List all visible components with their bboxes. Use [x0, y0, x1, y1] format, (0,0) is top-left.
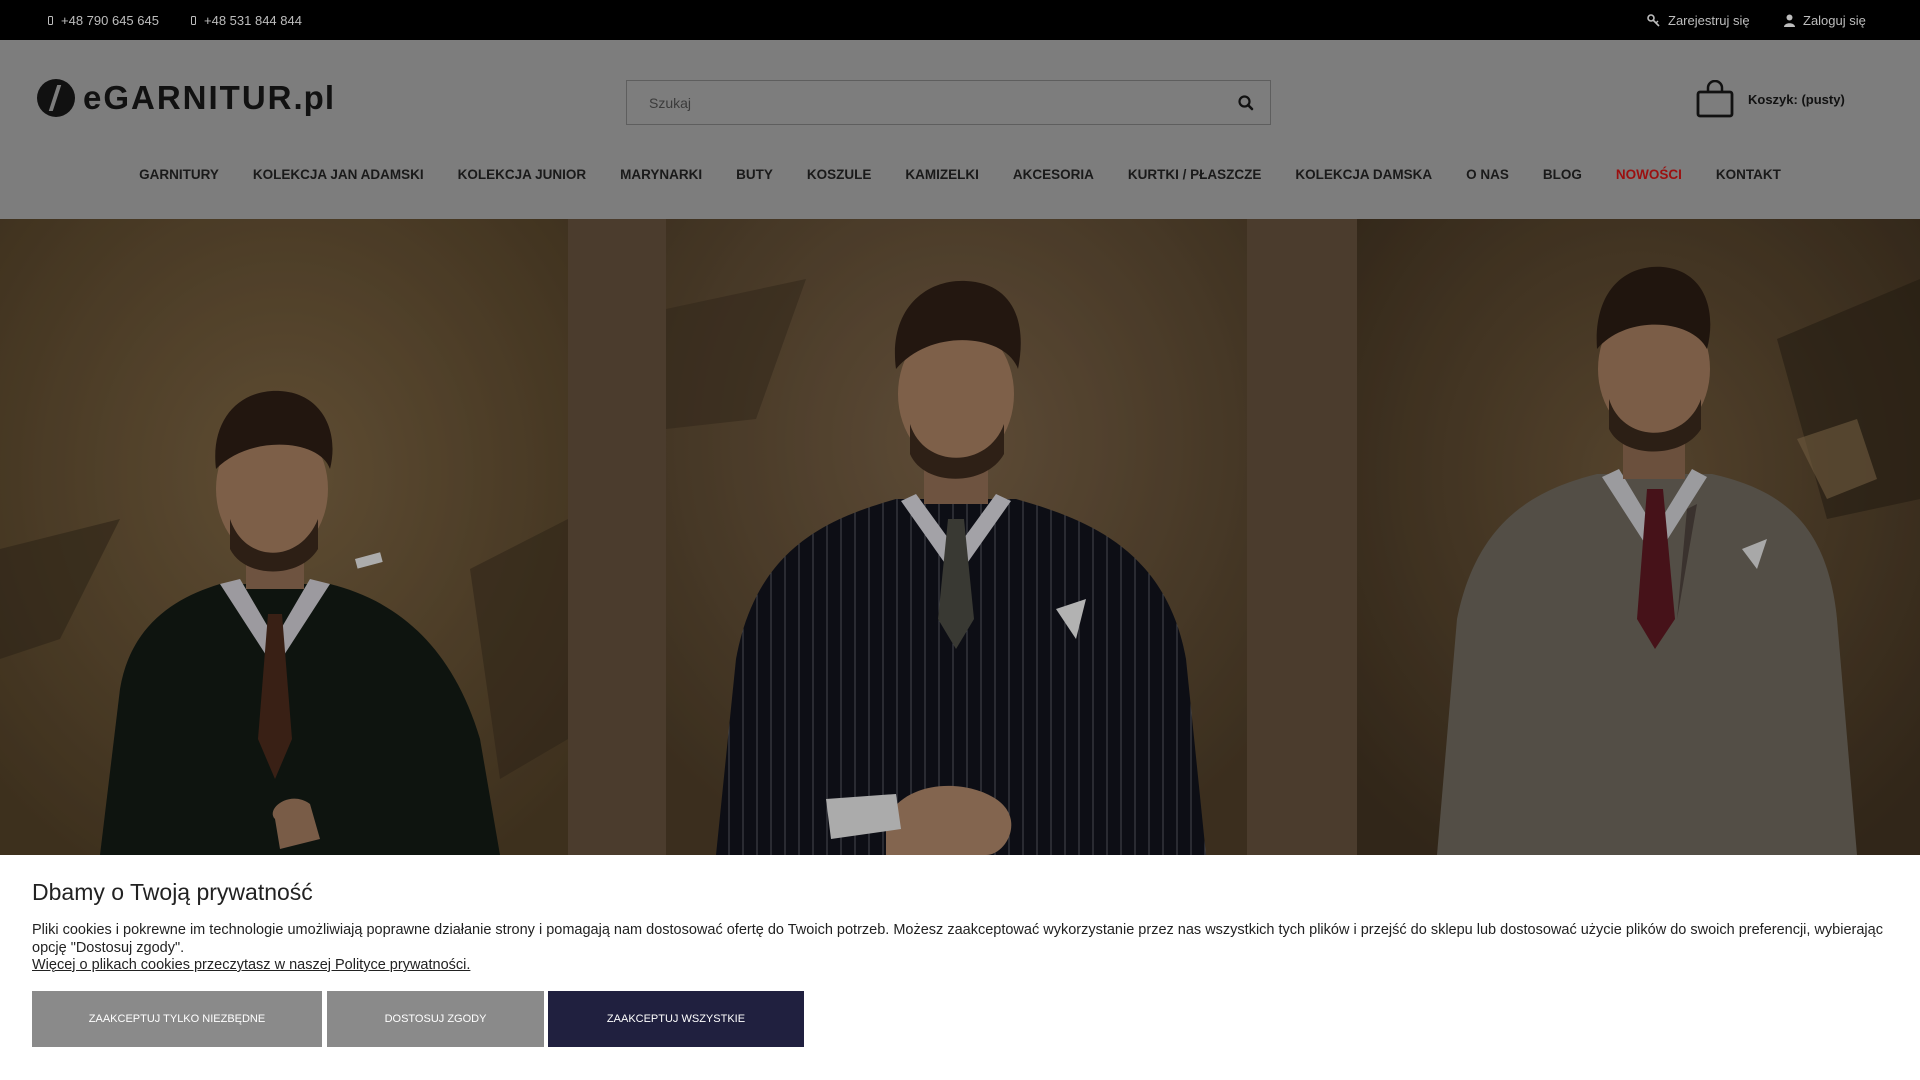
search-icon [1238, 95, 1254, 111]
nav-item-kolekcja-damska[interactable]: KOLEKCJA DAMSKA [1278, 167, 1449, 182]
nav-item-o-nas[interactable]: O NAS [1449, 167, 1526, 182]
key-icon [1647, 13, 1660, 27]
search-input[interactable] [627, 81, 1229, 124]
phone-number-1: +48 790 645 645 [61, 12, 159, 28]
register-link[interactable]: Zarejestruj się [1647, 0, 1750, 40]
main-nav: GARNITURY KOLEKCJA JAN ADAMSKI KOLEKCJA … [0, 125, 1920, 223]
nav-item-kolekcja-jan-adamski[interactable]: KOLEKCJA JAN ADAMSKI [236, 167, 441, 182]
nav-item-akcesoria[interactable]: AKCESORIA [996, 167, 1111, 182]
user-icon [1784, 14, 1795, 27]
cookie-title: Dbamy o Twoją prywatność [32, 879, 313, 905]
nav-item-kurtki-plaszcze[interactable]: KURTKI / PŁASZCZE [1111, 167, 1279, 182]
site-logo[interactable]: eGARNITUR.pl [37, 79, 335, 117]
accept-all-button[interactable]: ZAAKCEPTUJ WSZYSTKIE [548, 991, 804, 1047]
cookie-consent-banner: Dbamy o Twoją prywatność Pliki cookies i… [0, 855, 1920, 1080]
cookie-text: Pliki cookies i pokrewne im technologie … [32, 922, 1883, 956]
nav-item-kontakt[interactable]: KONTAKT [1699, 167, 1798, 182]
nav-item-kolekcja-junior[interactable]: KOLEKCJA JUNIOR [441, 167, 604, 182]
nav-item-koszule[interactable]: KOSZULE [790, 167, 889, 182]
phone-link-1[interactable]: +48 790 645 645 [48, 0, 159, 40]
search-box [626, 80, 1271, 125]
phone-number-2: +48 531 844 844 [204, 12, 302, 28]
phone-icon [48, 15, 53, 25]
nav-item-buty[interactable]: BUTY [719, 167, 790, 182]
phone-icon [191, 15, 196, 25]
nav-item-marynarki[interactable]: MARYNARKI [603, 167, 719, 182]
shopping-bag-icon [1696, 80, 1734, 118]
top-bar: +48 790 645 645 +48 531 844 844 Zarejest… [0, 0, 1920, 40]
hero-overlay [0, 219, 1920, 855]
search-button[interactable] [1232, 89, 1260, 117]
cart-label: Koszyk: (pusty) [1748, 91, 1845, 107]
phone-link-2[interactable]: +48 531 844 844 [191, 0, 302, 40]
customize-consent-button[interactable]: DOSTOSUJ ZGODY [327, 991, 544, 1047]
login-label: Zaloguj się [1803, 12, 1866, 28]
logo-mark-icon [37, 79, 75, 117]
nav-item-nowosci[interactable]: NOWOŚCI [1599, 167, 1699, 182]
cart[interactable]: Koszyk: (pusty) [1696, 80, 1845, 118]
nav-item-kamizelki[interactable]: KAMIZELKI [888, 167, 996, 182]
nav-item-garnitury[interactable]: GARNITURY [122, 167, 236, 182]
hero-banner[interactable] [0, 219, 1920, 855]
privacy-policy-link[interactable]: Więcej o plikach cookies przeczytasz w n… [32, 957, 470, 973]
login-link[interactable]: Zaloguj się [1784, 0, 1866, 40]
nav-item-blog[interactable]: BLOG [1526, 167, 1599, 182]
logo-text: eGARNITUR.pl [83, 79, 336, 116]
register-label: Zarejestruj się [1668, 12, 1750, 28]
accept-necessary-button[interactable]: ZAAKCEPTUJ TYLKO NIEZBĘDNE [32, 991, 322, 1047]
